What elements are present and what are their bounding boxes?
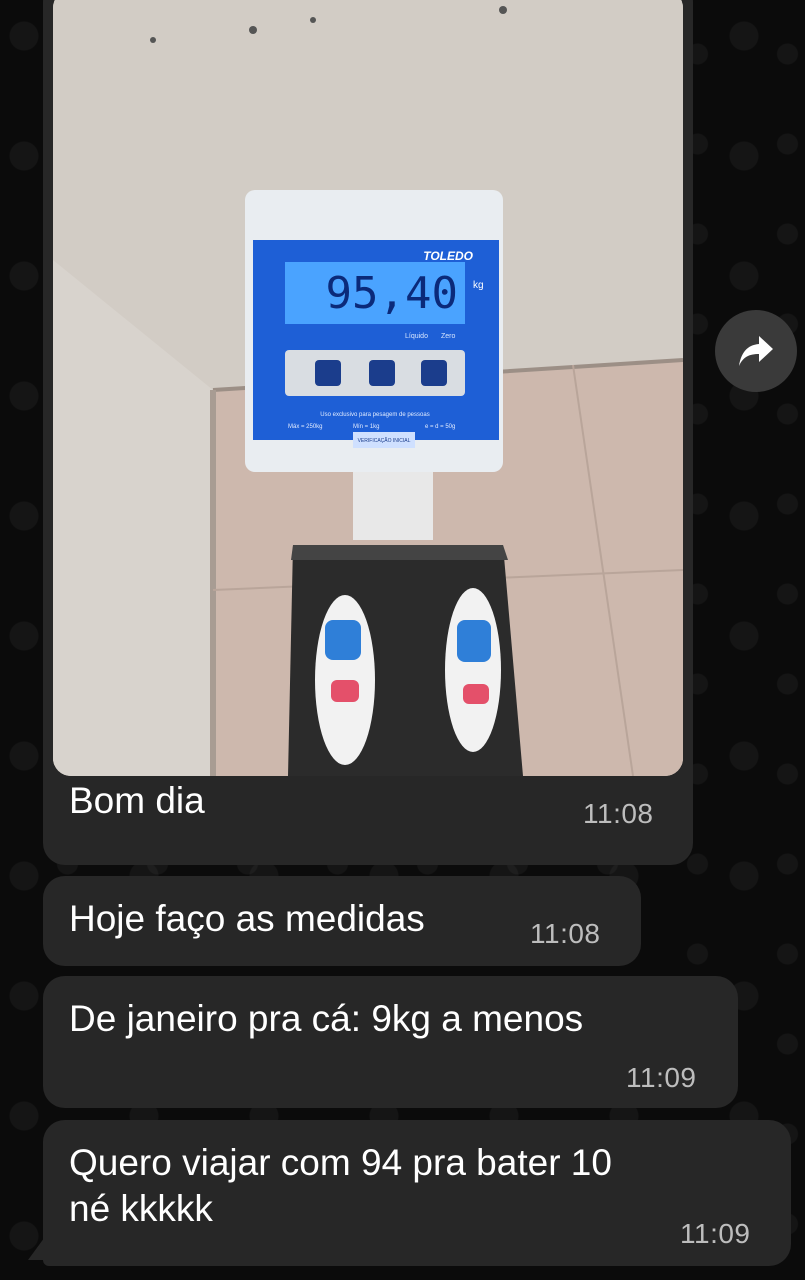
image-message-bubble[interactable]: TOLEDO 95,40 kg Líquido Zero Uso exclusi… — [43, 0, 693, 865]
message-text: Bom dia — [69, 780, 205, 821]
scale-photo[interactable]: TOLEDO 95,40 kg Líquido Zero Uso exclusi… — [53, 0, 683, 776]
message-bubble[interactable]: Hoje faço as medidas 11:08 — [43, 876, 641, 966]
message-text: Quero viajar com 94 pra bater 10 né kkkk… — [69, 1142, 612, 1229]
scale-usage-text: Uso exclusivo para pesagem de pessoas — [320, 412, 429, 418]
scale-spec-e: e = d = 50g — [425, 424, 455, 430]
scale-display-unit: kg — [473, 280, 484, 291]
scale-display-value: 95,40 — [326, 268, 458, 319]
message-time: 11:09 — [626, 1062, 697, 1093]
verification-sticker: VERIFICAÇÃO INICIAL — [358, 437, 411, 444]
indicator-label-zero: Zero — [441, 333, 456, 340]
scale-brand-label: TOLEDO — [423, 249, 473, 263]
message-bubble[interactable]: Quero viajar com 94 pra bater 10 né kkkk… — [43, 1120, 791, 1266]
forward-arrow-icon — [739, 336, 773, 366]
message-text: Hoje faço as medidas — [69, 898, 425, 939]
scale-spec-max: Máx = 250kg — [288, 424, 323, 430]
forward-button[interactable] — [715, 310, 797, 392]
message-time: 11:08 — [530, 918, 601, 949]
message-time: 11:09 — [680, 1218, 751, 1249]
indicator-label-liquido: Líquido — [405, 333, 428, 340]
message-bubble[interactable]: De janeiro pra cá: 9kg a menos 11:09 — [43, 976, 738, 1108]
scale-spec-min: Mín = 1kg — [353, 424, 380, 430]
message-text: De janeiro pra cá: 9kg a menos — [69, 998, 584, 1039]
message-time: 11:08 — [583, 798, 654, 829]
